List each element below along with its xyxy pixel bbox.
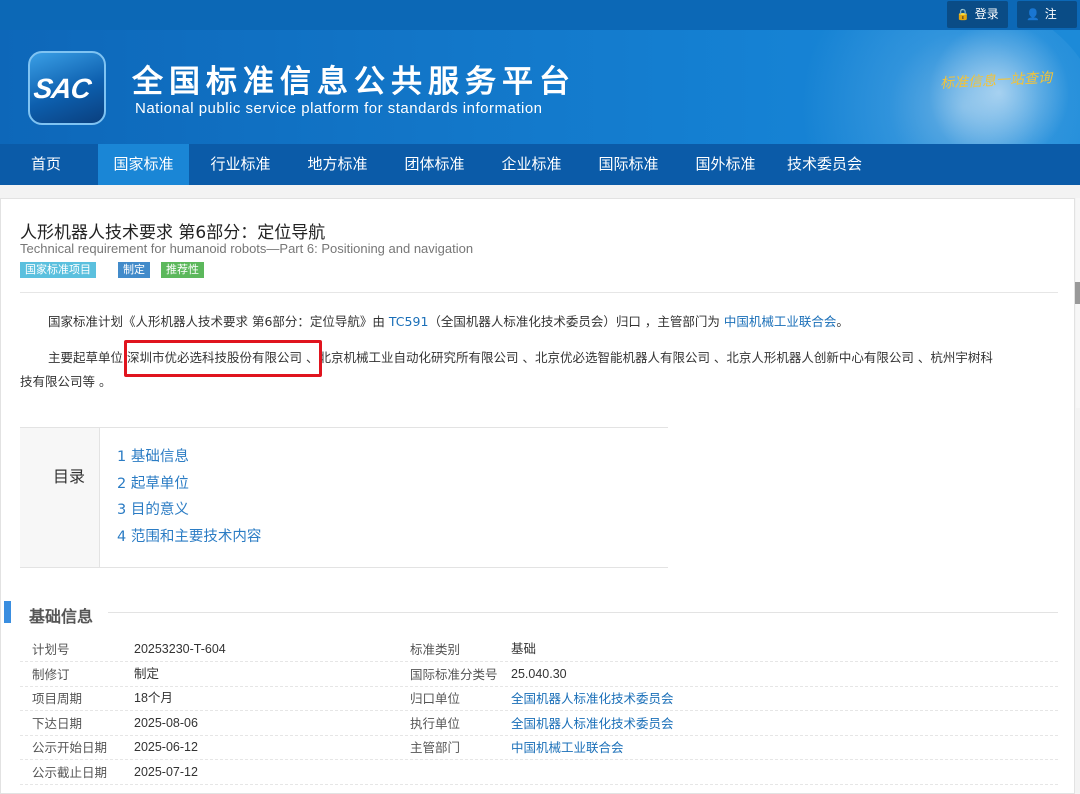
nav-national-standards[interactable]: 国家标准	[98, 144, 189, 185]
highlight-box	[124, 340, 322, 377]
site-title: 全国标准信息公共服务平台	[132, 64, 576, 100]
committee-link[interactable]: 全国机器人标准化技术委员会	[511, 686, 674, 711]
nav-enterprise-standards[interactable]: 企业标准	[486, 144, 577, 185]
section-title: 基础信息	[29, 607, 94, 626]
toc-item-basic-info[interactable]: 1 基础信息	[117, 445, 189, 466]
executor-link[interactable]: 全国机器人标准化技术委员会	[511, 711, 674, 736]
nav-group-standards[interactable]: 团体标准	[389, 144, 480, 185]
table-row: 计划号 20253230-T-604 标准类别 基础	[20, 637, 1058, 662]
toc-title: 目录	[53, 467, 86, 486]
nav-local-standards[interactable]: 地方标准	[292, 144, 383, 185]
table-row: 项目周期 18个月 归口单位 全国机器人标准化技术委员会	[20, 686, 1058, 711]
divider	[20, 292, 1058, 293]
sac-logo[interactable]: SAC	[28, 51, 106, 125]
nav-international-standards[interactable]: 国际标准	[583, 144, 674, 185]
table-row: 公示截止日期 2025-07-12	[20, 760, 1058, 785]
toc-item-purpose[interactable]: 3 目的意义	[117, 498, 189, 519]
project-title: 人形机器人技术要求 第6部分：定位导航	[20, 223, 326, 243]
section-divider	[108, 612, 1058, 613]
toc-item-drafters[interactable]: 2 起草单位	[117, 472, 189, 493]
lock-icon: 🔒	[956, 8, 970, 21]
user-icon: 👤	[1026, 8, 1040, 21]
nav-technical-committees[interactable]: 技术委员会	[777, 144, 872, 185]
scrollbar-thumb[interactable]	[1075, 282, 1080, 304]
dept-link[interactable]: 中国机械工业联合会	[724, 314, 837, 329]
table-row: 下达日期 2025-08-06 执行单位 全国机器人标准化技术委员会	[20, 711, 1058, 736]
login-label: 登录	[974, 7, 999, 21]
nav-home[interactable]: 首页	[20, 144, 72, 185]
tc-link[interactable]: TC591	[389, 314, 429, 329]
login-button[interactable]: 🔒 登录	[947, 1, 1008, 28]
toc-item-scope[interactable]: 4 范围和主要技术内容	[117, 525, 261, 546]
nav-foreign-standards[interactable]: 国外标准	[680, 144, 771, 185]
top-bar: 🔒 登录 👤注册	[0, 0, 1080, 48]
badge-national-project: 国家标准项目	[20, 262, 96, 278]
dept-table-link[interactable]: 中国机械工业联合会	[511, 735, 624, 760]
badge-recommended: 推荐性	[161, 262, 204, 278]
table-row: 制修订 制定 国际标准分类号 25.040.30	[20, 662, 1058, 687]
intro-paragraph-2-cont: 技有限公司等 。	[20, 374, 112, 389]
site-subtitle: National public service platform for sta…	[135, 100, 543, 117]
badge-type: 制定	[118, 262, 150, 278]
register-button[interactable]: 👤注册	[1017, 1, 1077, 48]
project-title-en: Technical requirement for humanoid robot…	[20, 241, 474, 256]
section-marker	[4, 601, 11, 623]
intro-paragraph-1: 国家标准计划《人形机器人技术要求 第6部分：定位导航》由 TC591（全国机器人…	[48, 314, 849, 329]
nav-industry-standards[interactable]: 行业标准	[195, 144, 286, 185]
table-row: 公示开始日期 2025-06-12 主管部门 中国机械工业联合会	[20, 735, 1058, 760]
main-nav: 首页 国家标准 行业标准 地方标准 团体标准 企业标准 国际标准 国外标准 技术…	[0, 144, 1080, 185]
